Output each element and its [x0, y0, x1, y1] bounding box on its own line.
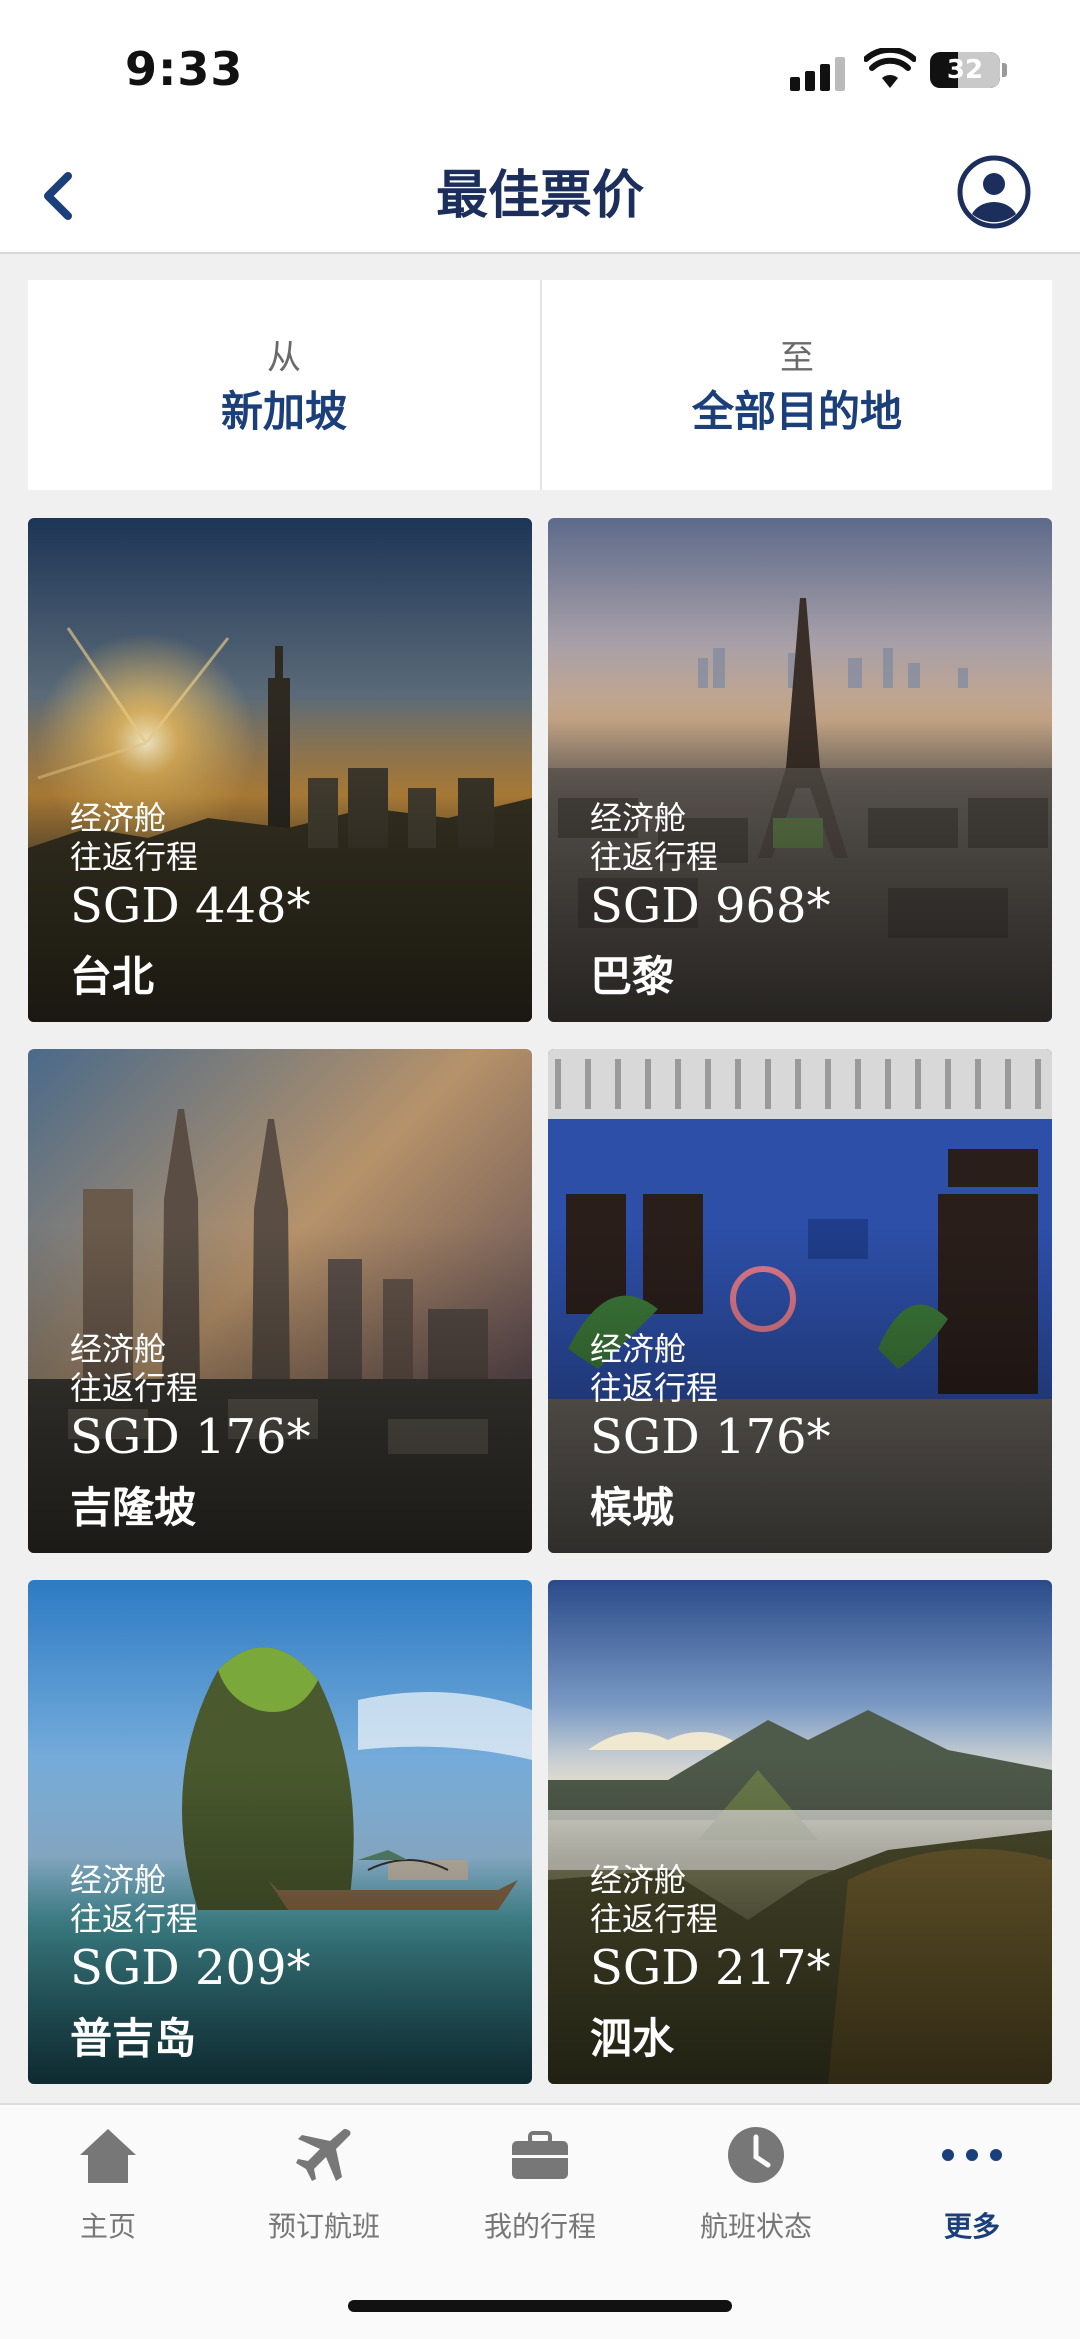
deal-price: SGD 968* — [590, 878, 831, 934]
destination-selector[interactable]: 至 全部目的地 — [542, 280, 1052, 490]
route-selector: 从 新加坡 至 全部目的地 — [28, 280, 1052, 490]
destination-label: 至 — [780, 338, 814, 378]
briefcase-icon — [512, 2131, 568, 2179]
tab-book-flight[interactable]: 预订航班 — [216, 2105, 432, 2255]
deal-card-paris[interactable]: 经济舱 往返行程 SGD 968* 巴黎 — [548, 518, 1052, 1022]
deal-city: 吉隆坡 — [70, 1483, 197, 1532]
trip-type: 往返行程 — [70, 1369, 199, 1407]
tab-my-trips-label: 我的行程 — [483, 2210, 596, 2243]
deal-price: SGD 176* — [70, 1409, 311, 1465]
battery-icon: 32 — [930, 52, 1000, 88]
deal-city: 泗水 — [590, 2014, 675, 2063]
deal-price: SGD 176* — [590, 1409, 831, 1465]
deal-card-penang[interactable]: 经济舱 往返行程 SGD 176* 槟城 — [548, 1049, 1052, 1553]
deal-price: SGD 448* — [70, 878, 311, 934]
cellular-signal-icon — [790, 55, 846, 91]
page-title: 最佳票价 — [435, 166, 644, 226]
trip-type: 往返行程 — [590, 1369, 719, 1407]
nav-header: 最佳票价 — [0, 140, 1080, 254]
tab-more-label: 更多 — [943, 2210, 1000, 2243]
status-bar: 9:33 32 — [0, 0, 1080, 140]
more-icon — [942, 2149, 1002, 2161]
chevron-left-icon[interactable] — [30, 164, 90, 228]
deal-city: 巴黎 — [590, 952, 675, 1001]
trip-type: 往返行程 — [70, 838, 199, 876]
destination-value: 全部目的地 — [691, 387, 902, 436]
trip-type: 往返行程 — [590, 1900, 719, 1938]
tab-flight-status[interactable]: 航班状态 — [648, 2105, 864, 2255]
deal-price: SGD 217* — [590, 1940, 831, 1996]
status-time: 9:33 — [125, 42, 244, 96]
trip-type: 往返行程 — [70, 1900, 199, 1938]
deal-card-taipei[interactable]: 经济舱 往返行程 SGD 448* 台北 — [28, 518, 532, 1022]
trip-type: 往返行程 — [590, 838, 719, 876]
deal-price: SGD 209* — [70, 1940, 311, 1996]
deal-card-surabaya[interactable]: 经济舱 往返行程 SGD 217* 泗水 — [548, 1580, 1052, 2084]
profile-icon[interactable] — [956, 154, 1032, 230]
deal-city: 普吉岛 — [70, 2014, 197, 2063]
home-icon — [80, 2129, 136, 2183]
deal-card-kuala-lumpur[interactable]: 经济舱 往返行程 SGD 176* 吉隆坡 — [28, 1049, 532, 1553]
tab-my-trips[interactable]: 我的行程 — [432, 2105, 648, 2255]
tab-more[interactable]: 更多 — [864, 2105, 1080, 2255]
battery-level: 32 — [946, 55, 984, 85]
home-indicator — [348, 2300, 732, 2312]
tab-home-label: 主页 — [79, 2210, 136, 2243]
tab-flight-status-label: 航班状态 — [699, 2210, 812, 2243]
origin-label: 从 — [267, 338, 301, 378]
origin-selector[interactable]: 从 新加坡 — [28, 280, 540, 490]
deal-city: 槟城 — [590, 1483, 675, 1532]
tab-book-flight-label: 预订航班 — [267, 2210, 380, 2243]
clock-icon — [728, 2127, 784, 2183]
plane-icon — [296, 2129, 351, 2181]
deal-city: 台北 — [70, 952, 155, 1001]
tab-home[interactable]: 主页 — [0, 2105, 216, 2255]
wifi-icon — [864, 48, 916, 88]
deal-card-phuket[interactable]: 经济舱 往返行程 SGD 209* 普吉岛 — [28, 1580, 532, 2084]
origin-value: 新加坡 — [220, 387, 347, 436]
